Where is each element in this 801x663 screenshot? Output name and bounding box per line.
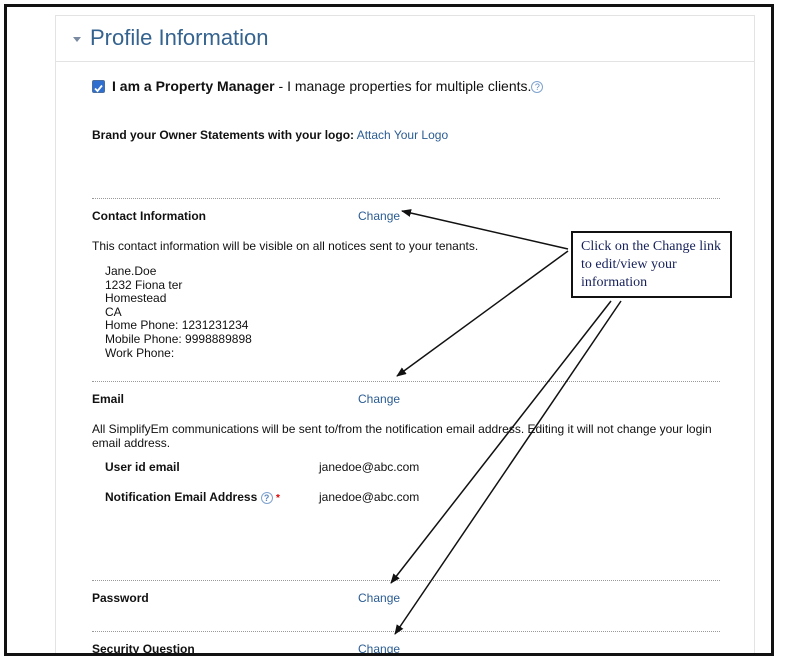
profile-panel: Profile Information I am a Property Mana… <box>55 15 755 656</box>
divider <box>92 198 720 199</box>
email-change-link[interactable]: Change <box>358 392 400 406</box>
security-change-link[interactable]: Change <box>358 642 400 653</box>
contact-line: Home Phone: 1231231234 <box>105 318 249 333</box>
contact-line: 1232 Fiona ter <box>105 277 183 292</box>
contact-address: Jane.Doe 1232 Fiona ter Homestead CA Hom… <box>105 264 252 360</box>
contact-change-link[interactable]: Change <box>358 209 400 223</box>
security-question-label: Security Question <box>92 642 195 656</box>
help-icon[interactable]: ? <box>531 81 544 94</box>
help-icon[interactable]: ? <box>260 491 273 504</box>
notification-email-value: janedoe@abc.com <box>319 490 420 504</box>
email-label: Email <box>92 392 125 406</box>
triangle-down-icon[interactable] <box>72 35 82 43</box>
property-manager-label-bold: I am a Property Manager <box>112 78 275 94</box>
contact-line: Mobile Phone: 9998889898 <box>105 331 252 346</box>
contact-line: Work Phone: <box>105 345 175 360</box>
panel-title: Profile Information <box>90 25 269 50</box>
contact-information-label: Contact Information <box>92 209 206 223</box>
notification-email-label: Notification Email Address ? * <box>105 490 280 504</box>
email-note: All SimplifyEm communications will be se… <box>92 422 712 450</box>
property-manager-checkbox[interactable] <box>92 80 105 93</box>
divider <box>92 631 720 632</box>
password-label: Password <box>92 591 149 605</box>
password-change-link[interactable]: Change <box>358 591 400 605</box>
contact-line: Homestead <box>105 291 167 306</box>
user-id-email-label: User id email <box>105 460 180 474</box>
divider <box>92 381 720 382</box>
screenshot-frame: Profile Information I am a Property Mana… <box>4 4 774 656</box>
contact-line: CA <box>105 304 122 319</box>
divider <box>92 580 720 581</box>
notification-email-label-text: Notification Email Address <box>105 490 258 504</box>
user-id-email-value: janedoe@abc.com <box>319 460 420 474</box>
contact-note: This contact information will be visible… <box>92 239 479 253</box>
annotation-callout: Click on the Change link to edit/view yo… <box>571 231 732 298</box>
property-manager-label: I am a Property Manager - I manage prope… <box>112 78 544 94</box>
contact-line: Jane.Doe <box>105 264 157 278</box>
property-manager-label-rest: - I manage properties for multiple clien… <box>274 78 532 94</box>
required-marker: * <box>275 493 280 504</box>
attach-logo-link[interactable]: Attach Your Logo <box>357 128 448 142</box>
checkmark-icon <box>94 84 103 93</box>
panel-header[interactable]: Profile Information <box>56 16 754 62</box>
branding-row: Brand your Owner Statements with your lo… <box>92 128 448 142</box>
branding-label: Brand your Owner Statements with your lo… <box>92 128 355 142</box>
